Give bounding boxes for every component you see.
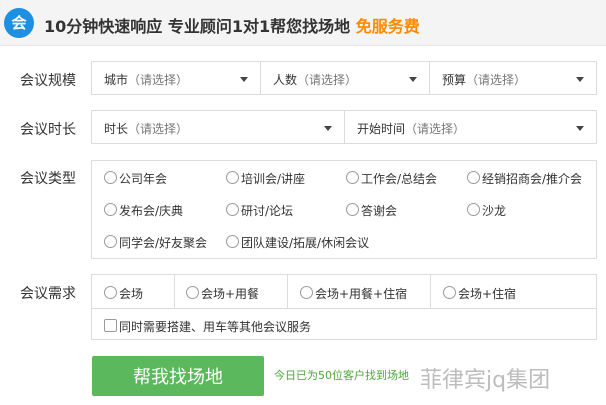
radio-icon (346, 171, 359, 184)
budget-select-name: 预算 (442, 73, 467, 87)
duration-select[interactable]: 时长（请选择） (91, 110, 345, 144)
header-title: 10分钟快速响应 专业顾问1对1帮您找场地 免服务费 (44, 13, 420, 37)
header-bar: 会 10分钟快速响应 专业顾问1对1帮您找场地 免服务费 (0, 0, 606, 46)
type-option-label: 沙龙 (482, 204, 507, 218)
duration-select-text: 时长（请选择） (104, 120, 188, 137)
chevron-down-icon (409, 77, 417, 82)
scale-label: 会议规模 (20, 73, 76, 89)
radio-icon (104, 171, 117, 184)
start-time-select-name: 开始时间 (357, 122, 406, 136)
needs-option-label: 会场+用餐+住宿 (315, 287, 408, 301)
radio-icon (226, 235, 239, 248)
type-option-label: 研讨/论坛 (241, 204, 294, 218)
radio-icon (300, 286, 313, 299)
duration-label: 会议时长 (20, 122, 76, 138)
radio-icon (104, 286, 117, 299)
type-option-label: 团队建设/拓展/休闲会议 (241, 236, 370, 250)
divider (174, 275, 175, 309)
type-option-label: 公司年会 (119, 172, 168, 186)
radio-icon (226, 171, 239, 184)
duration-select-placeholder: （请选择） (128, 122, 189, 136)
radio-icon (104, 203, 117, 216)
budget-select-placeholder: （请选择） (466, 73, 527, 87)
type-option-label: 发布会/庆典 (119, 204, 184, 218)
logo-icon: 会 (4, 8, 34, 38)
watermark: 菲律宾jq集团 (420, 368, 551, 393)
radio-icon (467, 171, 480, 184)
find-venue-button[interactable]: 帮我找场地 (92, 356, 264, 396)
radio-icon (467, 203, 480, 216)
radio-icon (104, 235, 117, 248)
chevron-down-icon (576, 77, 584, 82)
today-stat-text: 今日已为50位客户找到场地 (274, 369, 409, 382)
radio-icon (186, 286, 199, 299)
needs-label: 会议需求 (20, 286, 76, 302)
chevron-down-icon (324, 126, 332, 131)
type-options-box: 公司年会 培训会/讲座 工作会/总结会 经销招商会/推介会 发布会/庆典 研讨/… (91, 160, 597, 259)
city-select-text: 城市（请选择） (104, 71, 188, 88)
needs-option-label: 会场+用餐 (201, 287, 260, 301)
people-select-text: 人数（请选择） (273, 71, 357, 88)
city-select-placeholder: （请选择） (128, 73, 189, 87)
free-service-label: 免服务费 (355, 17, 420, 36)
type-option-label: 工作会/总结会 (361, 172, 438, 186)
type-option-label: 同学会/好友聚会 (119, 236, 208, 250)
radio-icon (226, 203, 239, 216)
type-option-label: 培训会/讲座 (241, 172, 306, 186)
radio-icon (443, 286, 456, 299)
start-time-select-placeholder: （请选择） (405, 122, 466, 136)
extra-services-label: 同时需要搭建、用车等其他会议服务 (119, 320, 312, 334)
type-option-label: 答谢会 (361, 204, 398, 218)
people-select-name: 人数 (273, 73, 298, 87)
radio-icon (346, 203, 359, 216)
needs-options-box: 会场 会场+用餐 会场+用餐+住宿 会场+住宿 同时需要搭建、用车等其他会议服务 (91, 274, 597, 340)
budget-select-text: 预算（请选择） (442, 71, 526, 88)
chevron-down-icon (576, 126, 584, 131)
type-option-label: 经销招商会/推介会 (482, 172, 583, 186)
start-time-select[interactable]: 开始时间（请选择） (344, 110, 597, 144)
divider (287, 275, 288, 309)
people-select[interactable]: 人数（请选择） (260, 61, 430, 95)
chevron-down-icon (240, 77, 248, 82)
header-title-text: 10分钟快速响应 专业顾问1对1帮您找场地 (44, 17, 356, 36)
type-label: 会议类型 (20, 171, 76, 187)
duration-select-name: 时长 (104, 122, 129, 136)
divider (430, 275, 431, 309)
start-time-select-text: 开始时间（请选择） (357, 120, 465, 137)
people-select-placeholder: （请选择） (297, 73, 358, 87)
divider (92, 308, 596, 309)
needs-option-label: 会场 (119, 287, 144, 301)
budget-select[interactable]: 预算（请选择） (429, 61, 597, 95)
checkbox-icon (104, 319, 117, 332)
city-select-name: 城市 (104, 73, 129, 87)
needs-option-label: 会场+住宿 (458, 287, 517, 301)
city-select[interactable]: 城市（请选择） (91, 61, 261, 95)
